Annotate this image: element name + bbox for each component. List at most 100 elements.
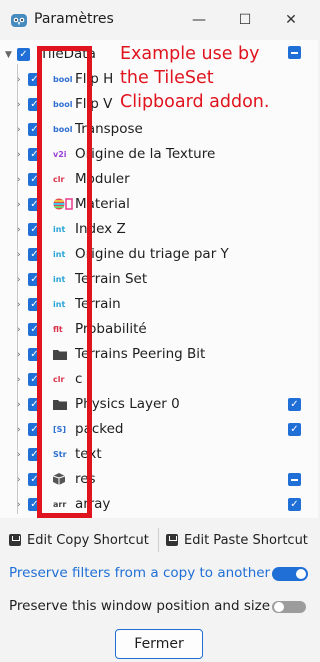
chevron-right-icon[interactable]: › — [17, 400, 27, 410]
close-button[interactable]: ✕ — [270, 6, 312, 34]
tree-item-row[interactable]: › ✓ [S] packed — [0, 418, 318, 442]
item-checkbox[interactable]: ✓ — [28, 248, 41, 261]
edit-paste-label: Edit Paste Shortcut — [184, 532, 308, 548]
chevron-right-icon[interactable]: › — [17, 250, 27, 260]
tree-item-label: packed — [75, 421, 124, 437]
chevron-right-icon[interactable]: › — [17, 325, 27, 335]
item-checkbox[interactable]: ✓ — [28, 223, 41, 236]
tree-item-row[interactable]: › ✓ arr array — [0, 493, 318, 517]
keyboard-icon — [166, 534, 178, 546]
option-preserve-filters[interactable]: Preserve filters from a copy to another — [0, 559, 318, 587]
maximize-icon: ☐ — [238, 12, 252, 28]
tree-item-label: Moduler — [75, 171, 130, 187]
chevron-right-icon[interactable]: › — [17, 75, 27, 85]
right-checkbox[interactable]: ✓ — [288, 423, 301, 436]
tree-item-row[interactable]: › ✓ flt Probabilité — [0, 318, 318, 342]
chevron-right-icon[interactable]: › — [17, 150, 27, 160]
item-checkbox[interactable]: ✓ — [28, 448, 41, 461]
type-clr-icon: clr — [53, 175, 65, 184]
tree-item-row[interactable]: › ✓ Str text — [0, 443, 318, 467]
root-checkbox[interactable]: ✓ — [17, 48, 30, 61]
tree-item-label: text — [75, 446, 102, 462]
chevron-right-icon[interactable]: › — [17, 100, 27, 110]
item-checkbox[interactable]: ✓ — [28, 323, 41, 336]
chevron-right-icon[interactable]: › — [17, 425, 27, 435]
type-bool-icon: bool — [53, 75, 73, 84]
annotation-line-2: the TileSet — [120, 68, 214, 88]
preserve-filters-label: Preserve filters from a copy to another — [9, 565, 271, 581]
edit-paste-shortcut-button[interactable]: Edit Paste Shortcut — [166, 527, 308, 553]
tree-item-row[interactable]: › ✓ Terrains Peering Bit — [0, 343, 318, 367]
chevron-down-icon[interactable]: ▼ — [5, 50, 15, 60]
chevron-right-icon[interactable]: › — [17, 300, 27, 310]
tree-item-label: Physics Layer 0 — [75, 396, 180, 412]
chevron-right-icon[interactable]: › — [17, 475, 27, 485]
preserve-window-label: Preserve this window position and size — [9, 598, 271, 614]
tree-item-row[interactable]: › ✓ Physics Layer 0 — [0, 393, 318, 417]
tree-item-label: Flip H — [75, 71, 114, 87]
root-label: TileData — [40, 46, 96, 62]
tree-item-row[interactable]: › ✓ int Terrain — [0, 293, 318, 317]
item-checkbox[interactable]: ✓ — [28, 123, 41, 136]
maximize-button[interactable]: ☐ — [224, 6, 266, 34]
godot-app-icon — [11, 14, 27, 27]
fermer-label: Fermer — [134, 636, 184, 652]
chevron-right-icon[interactable]: › — [17, 275, 27, 285]
type-arr-icon: arr — [53, 500, 67, 509]
edit-copy-shortcut-button[interactable]: Edit Copy Shortcut — [9, 527, 149, 553]
chevron-right-icon[interactable]: › — [17, 125, 27, 135]
annotation-line-1: Example use by — [120, 44, 260, 64]
window-title: Paramètres — [34, 11, 114, 27]
item-checkbox[interactable]: ✓ — [28, 373, 41, 386]
tree-item-row[interactable]: › ✓ clr c — [0, 368, 318, 392]
item-checkbox[interactable]: ✓ — [28, 148, 41, 161]
tree-item-label: c — [75, 371, 83, 387]
type-str-icon: Str — [53, 450, 67, 459]
item-checkbox[interactable]: ✓ — [28, 98, 41, 111]
tree-item-label: Origine de la Texture — [75, 146, 216, 162]
chevron-right-icon[interactable]: › — [17, 375, 27, 385]
tree-item-label: Terrain Set — [75, 271, 148, 287]
material-icon — [53, 198, 73, 212]
tree-item-row[interactable]: › ✓ Material — [0, 193, 318, 217]
button-divider — [158, 528, 159, 552]
item-checkbox[interactable]: ✓ — [28, 73, 41, 86]
tree-item-row[interactable]: › ✓ clr Moduler — [0, 168, 318, 192]
item-checkbox[interactable]: ✓ — [28, 198, 41, 211]
chevron-right-icon[interactable]: › — [17, 450, 27, 460]
option-preserve-window[interactable]: Preserve this window position and size — [0, 592, 318, 620]
item-checkbox[interactable]: ✓ — [28, 173, 41, 186]
item-checkbox[interactable]: ✓ — [28, 348, 41, 361]
right-checkbox[interactable] — [288, 46, 301, 59]
minimize-button[interactable]: — — [178, 6, 220, 34]
fermer-button[interactable]: Fermer — [115, 629, 203, 659]
item-checkbox[interactable]: ✓ — [28, 273, 41, 286]
item-checkbox[interactable]: ✓ — [28, 398, 41, 411]
right-checkbox[interactable] — [288, 473, 301, 486]
item-checkbox[interactable]: ✓ — [28, 423, 41, 436]
chevron-right-icon[interactable]: › — [17, 500, 27, 510]
tree-item-row[interactable]: › ✓ bool Transpose — [0, 118, 318, 142]
tree-item-row[interactable]: › ✓ int Terrain Set — [0, 268, 318, 292]
chevron-right-icon[interactable]: › — [17, 200, 27, 210]
item-checkbox[interactable]: ✓ — [28, 298, 41, 311]
right-checkbox[interactable]: ✓ — [288, 398, 301, 411]
item-checkbox[interactable]: ✓ — [28, 498, 41, 511]
chevron-right-icon[interactable]: › — [17, 225, 27, 235]
chevron-right-icon[interactable]: › — [17, 350, 27, 360]
preserve-window-toggle[interactable] — [272, 601, 306, 613]
tree-item-row[interactable]: › ✓ res — [0, 468, 318, 492]
tree-item-row[interactable]: › ✓ int Index Z — [0, 218, 318, 242]
tree-item-row[interactable]: › ✓ int Origine du triage par Y — [0, 243, 318, 267]
tree-item-label: Origine du triage par Y — [75, 246, 229, 262]
tree-item-label: res — [75, 471, 96, 487]
tree-item-label: Terrain — [75, 296, 121, 312]
type-int-icon: int — [53, 275, 66, 284]
chevron-right-icon[interactable]: › — [17, 175, 27, 185]
item-checkbox[interactable]: ✓ — [28, 473, 41, 486]
type-int-icon: int — [53, 250, 66, 259]
type-clr-icon: clr — [53, 375, 65, 384]
preserve-filters-toggle[interactable] — [272, 567, 308, 581]
right-checkbox[interactable]: ✓ — [288, 498, 301, 511]
tree-item-row[interactable]: › ✓ v2i Origine de la Texture — [0, 143, 318, 167]
